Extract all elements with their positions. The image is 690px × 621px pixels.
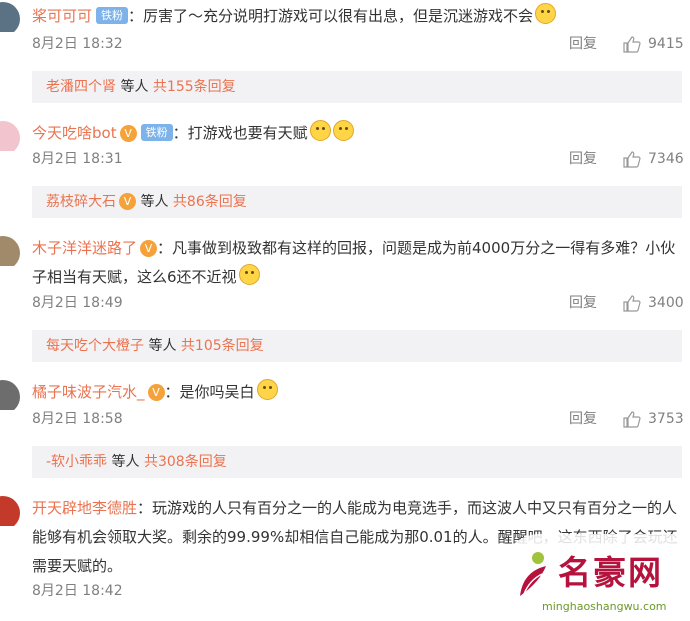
thumbs-up-icon — [623, 151, 641, 168]
like-count: 3753 — [648, 411, 684, 427]
vip-icon: V — [119, 125, 137, 142]
reply-user[interactable]: -软小乖乖 — [46, 454, 107, 470]
avatar[interactable] — [0, 2, 20, 32]
comment-date: 8月2日 18:31 — [32, 151, 123, 167]
comment-date: 8月2日 18:58 — [32, 411, 123, 427]
replies-summary[interactable]: 每天吃个大橙子 等人 共105条回复 — [32, 330, 682, 362]
total-replies-link[interactable]: 共105条回复 — [181, 338, 264, 354]
vip-icon: V — [119, 193, 136, 210]
reply-user[interactable]: 荔枝碎大石 — [46, 194, 116, 210]
watermark-url: minghaoshangwu.com — [542, 600, 667, 613]
username[interactable]: 桨可可可 — [32, 7, 92, 25]
username[interactable]: 开天辟地李德胜 — [32, 499, 137, 517]
emoji-icon — [256, 379, 278, 400]
leaf-logo-icon — [520, 552, 546, 596]
reply-button[interactable]: 回复 — [569, 291, 597, 315]
total-replies-link[interactable]: 共86条回复 — [173, 194, 247, 210]
comment-text: ：打游戏也要有天赋 — [172, 124, 308, 142]
like-count: 3400 — [648, 295, 684, 311]
avatar[interactable] — [0, 121, 20, 151]
fan-badge: 铁粉 — [140, 124, 173, 141]
like-count: 9415 — [648, 36, 684, 52]
thumbs-up-icon — [623, 295, 641, 312]
comment-text: ：是你吗吴白 — [164, 383, 255, 401]
like-count: 7346 — [648, 151, 684, 167]
username[interactable]: 木子洋洋迷路了 — [32, 239, 137, 257]
replies-summary[interactable]: 老潘四个肾 等人 共155条回复 — [32, 71, 682, 103]
total-replies-link[interactable]: 共308条回复 — [144, 454, 227, 470]
comment-text: ：厉害了～充分说明打游戏可以很有出息，但是沉迷游戏不会 — [128, 7, 534, 25]
total-replies-link[interactable]: 共155条回复 — [153, 79, 236, 95]
avatar[interactable] — [0, 496, 20, 526]
replies-summary[interactable]: 荔枝碎大石 V 等人 共86条回复 — [32, 186, 682, 218]
reply-user[interactable]: 老潘四个肾 — [46, 79, 116, 95]
username[interactable]: 橘子味波子汽水_ — [32, 383, 145, 401]
reply-button[interactable]: 回复 — [569, 32, 597, 56]
watermark-title: 名豪网 — [558, 553, 663, 592]
reply-button[interactable]: 回复 — [569, 147, 597, 171]
comment-date: 8月2日 18:42 — [32, 583, 123, 599]
emoji-icon — [332, 120, 354, 141]
vip-icon: V — [147, 384, 165, 401]
username[interactable]: 今天吃啥bot — [32, 124, 117, 142]
avatar[interactable] — [0, 236, 20, 266]
fan-badge: 铁粉 — [96, 7, 129, 24]
replies-summary[interactable]: -软小乖乖 等人 共308条回复 — [32, 446, 682, 478]
avatar[interactable] — [0, 380, 20, 410]
smile-emoji-icon — [535, 3, 557, 24]
site-watermark: 名豪网 minghaoshangwu.com — [500, 534, 690, 621]
comment-date: 8月2日 18:32 — [32, 36, 123, 52]
reply-user[interactable]: 每天吃个大橙子 — [46, 338, 144, 354]
thumbs-up-icon — [623, 411, 641, 428]
reply-button[interactable]: 回复 — [569, 407, 597, 431]
emoji-icon — [238, 264, 260, 285]
comment-date: 8月2日 18:49 — [32, 295, 123, 311]
thumbs-up-icon — [623, 36, 641, 53]
emoji-icon — [309, 120, 331, 141]
vip-icon: V — [140, 240, 158, 257]
